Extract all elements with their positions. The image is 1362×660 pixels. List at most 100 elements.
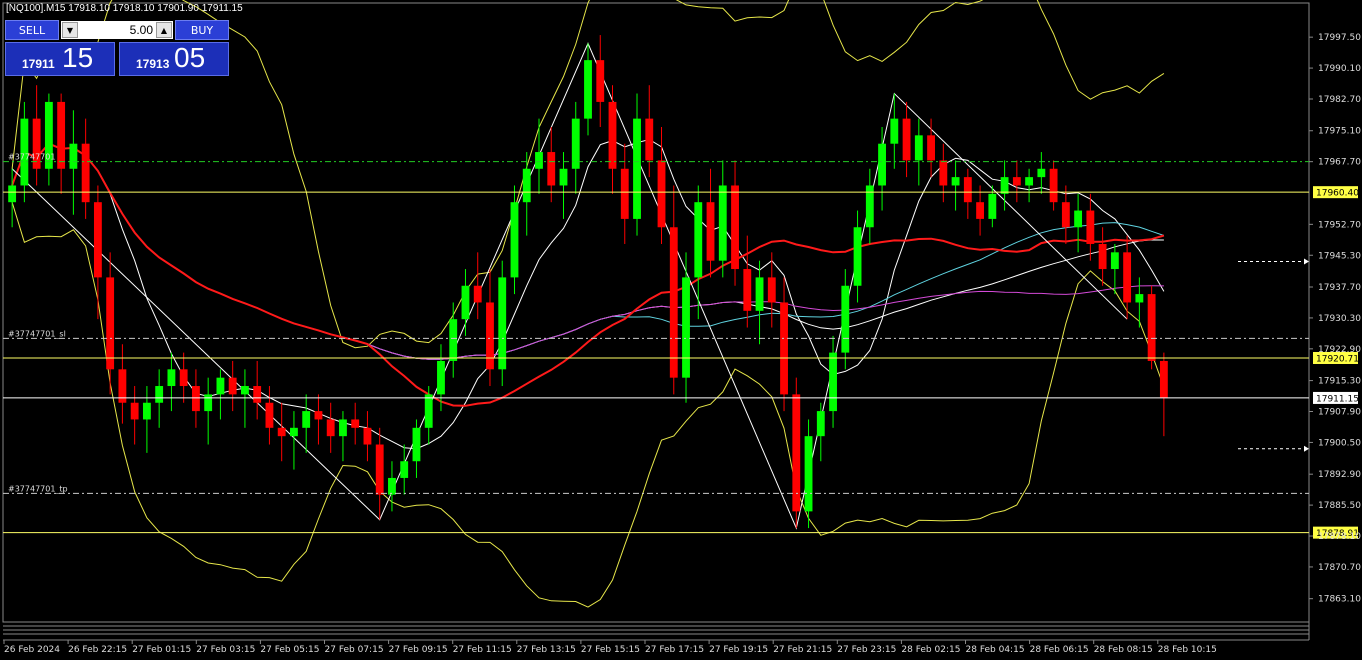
entry-order-label: #37747701 [8,153,55,162]
candle [167,352,176,412]
candle-body [130,402,139,420]
bollinger-lower-line [11,202,1165,608]
candle-body [718,185,727,261]
candle [1074,193,1083,253]
candle-body [584,60,592,119]
candle-body [8,185,17,203]
candle-body [106,277,115,370]
price-tick-label: 17907.90 [1318,408,1361,418]
candle [351,402,360,445]
candle-body [81,143,90,203]
candle-body [694,202,703,278]
candle [388,461,396,512]
candle-body [596,60,605,102]
candle-body [963,177,972,203]
candle-body [314,411,323,420]
candle-body [669,227,678,378]
price-highlight-label: 17960.40 [1316,189,1359,199]
candle [914,118,923,186]
time-tick-label: 28 Feb 02:15 [901,645,960,655]
price-chart[interactable]: #37747701 #37747701_sl #37747701_tp 17997.… [0,0,1362,660]
candle [645,85,654,178]
chart-title: [NQ100].M15 17918.10 17918.10 17901.90 1… [6,3,243,14]
candle [375,427,384,520]
buy-price-pips: 05 [174,42,206,73]
candle [1135,277,1144,328]
candle-body [914,135,923,161]
price-tick-label: 17885.50 [1318,501,1361,511]
alert-arrow-icon [1304,258,1309,265]
candle [424,386,433,445]
candle-body [804,436,813,512]
zigzag-line [11,42,1128,530]
lot-size-value[interactable]: 5.00 [81,21,153,39]
candle [81,118,90,219]
candle-body [559,168,568,186]
candle-body [326,419,335,437]
lot-decrease-icon[interactable]: ▼ [62,22,78,38]
candle-body [302,411,311,428]
candle-body [1086,210,1095,244]
candle [400,444,409,495]
price-tick-label: 17945.30 [1318,251,1361,261]
buy-button[interactable]: BUY [175,20,229,40]
candle-body [878,143,886,186]
time-tick-label: 27 Feb 11:15 [453,645,512,655]
candle-body [1123,252,1132,303]
candle-body [1135,294,1144,303]
candle-body [93,202,102,278]
candle [682,252,690,403]
candle-body [731,185,739,270]
candle-body [57,101,66,169]
candle [1049,160,1058,211]
candle-body [620,168,629,219]
candle-body [902,118,911,161]
candle-body [363,427,372,445]
buy-price-button[interactable]: 17913 05 [119,42,229,76]
one-click-trading-panel: SELL ▼ 5.00 ▲ BUY 17911 15 17913 05 [5,20,229,76]
candle-body [1012,177,1021,186]
ma-cyan-line [11,143,1165,360]
candle-body [547,152,556,186]
price-tick-label: 17878.10 [1318,532,1361,542]
candle [314,394,323,445]
candle [204,377,213,445]
candle [596,35,605,127]
candle [902,101,911,178]
candle [706,168,715,278]
candle [951,160,960,211]
candle-body [142,402,151,420]
candle [1025,168,1034,203]
candle [1110,243,1119,295]
candle-body [1159,360,1168,398]
candle [142,386,151,453]
candle-body [388,477,396,495]
lot-size-field[interactable]: ▼ 5.00 ▲ [61,21,173,39]
candle [571,101,580,194]
candle [963,168,972,219]
candle [473,252,482,320]
candle-body [510,202,519,278]
candle-body [204,394,213,412]
lot-increase-icon[interactable]: ▲ [156,22,172,38]
sell-price-button[interactable]: 17911 15 [5,42,115,76]
time-tick-label: 27 Feb 01:15 [132,645,191,655]
take-profit-label: #37747701_tp [8,484,68,493]
candle-body [265,402,274,428]
candle-body [228,377,237,395]
candle [326,402,335,453]
time-tick-label: 27 Feb 15:15 [581,645,640,655]
price-tick-label: 17975.10 [1318,127,1361,137]
chart-frame [2,2,1310,641]
candle-body [241,386,249,395]
sell-button[interactable]: SELL [5,20,59,40]
price-tick-label: 17930.30 [1318,314,1361,324]
candle-body [988,193,997,219]
time-tick-label: 27 Feb 19:15 [709,645,768,655]
candle [939,143,948,203]
sell-price-pips: 15 [62,42,94,73]
ma-white-slow-line [11,143,1164,360]
alert-arrow-icon [1304,445,1309,452]
candle [155,369,164,428]
candle [878,126,886,211]
